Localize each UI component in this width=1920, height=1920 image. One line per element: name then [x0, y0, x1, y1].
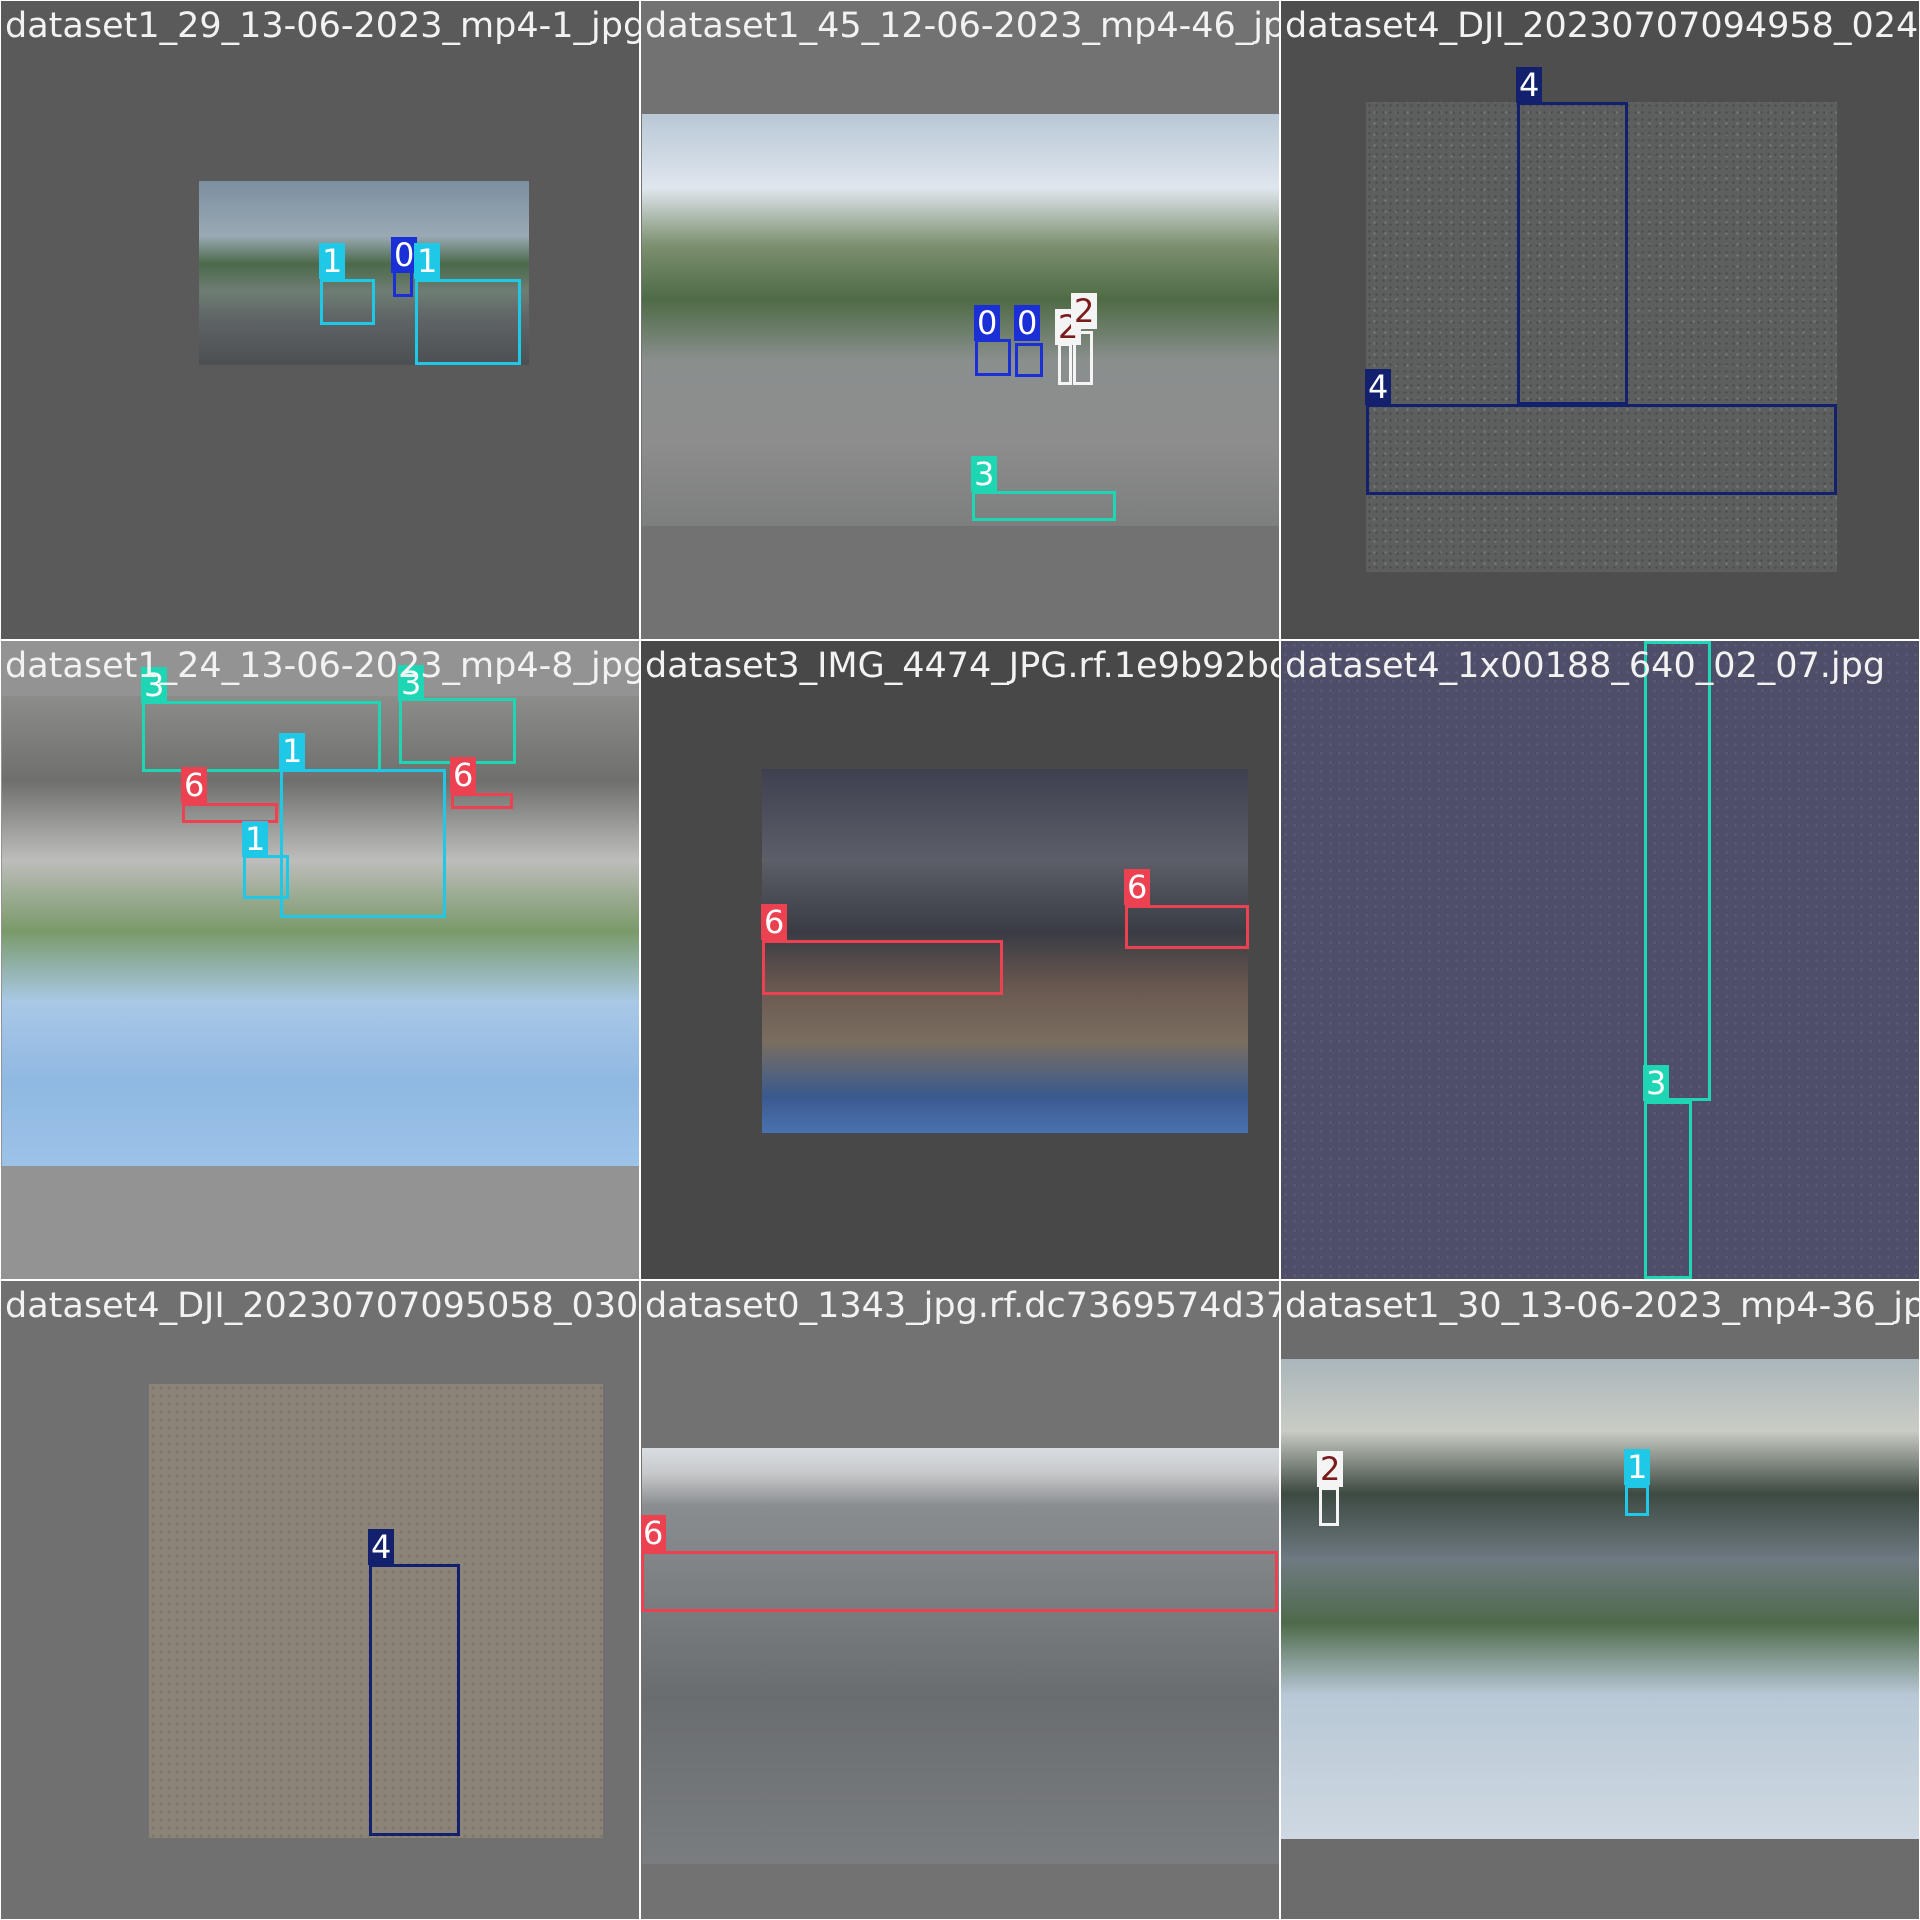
detection-label: 0: [1014, 305, 1041, 341]
detection-box: [975, 339, 1011, 376]
road-photo: [642, 1448, 1279, 1864]
detection-box: [1644, 1101, 1692, 1279]
image-filename: dataset4_DJI_20230707094958_0245: [1285, 6, 1919, 46]
street-photo-flipped: [1281, 1359, 1919, 1839]
detection-label: 2: [1317, 1451, 1344, 1487]
image-filename: dataset1_24_13-06-2023_mp4-8_jpg.rf.2405: [5, 646, 639, 686]
detection-label: 1: [414, 243, 441, 279]
mosaic-tile: 3 3 1 6 6 1 dataset1_24_13-06-2023_mp4-8…: [1, 641, 639, 1279]
detection-label: 0: [974, 305, 1001, 341]
detection-box: [1058, 343, 1072, 385]
mosaic-tile: 6 dataset0_1343_jpg.rf.dc7369574d372a801: [641, 1281, 1279, 1919]
detection-box: [762, 940, 1003, 995]
detection-box: [1015, 343, 1043, 377]
detection-label: 6: [761, 904, 788, 940]
detection-box: [1366, 404, 1837, 495]
image-filename: dataset3_IMG_4474_JPG.rf.1e9b92bd57a58c4: [645, 646, 1279, 686]
detection-label: 1: [319, 243, 346, 279]
detection-label: 4: [1516, 67, 1543, 103]
detection-label: 1: [242, 821, 269, 857]
mosaic-tile: 4 dataset4_DJI_20230707095058_0305: [1, 1281, 639, 1919]
detection-label: 1: [1624, 1449, 1651, 1485]
image-filename: dataset1_30_13-06-2023_mp4-36_jpg: [1285, 1286, 1919, 1326]
detection-label: 6: [181, 767, 208, 803]
image-filename: dataset0_1343_jpg.rf.dc7369574d372a801: [645, 1286, 1279, 1326]
detection-box: [320, 279, 375, 325]
mosaic-tile: 3 3 dataset4_1x00188_640_02_07.jpg: [1281, 641, 1919, 1279]
detection-label: 4: [368, 1529, 395, 1565]
street-photo: [642, 114, 1279, 526]
image-filename: dataset1_45_12-06-2023_mp4-46_jpg.rf.552: [645, 6, 1279, 46]
detection-label: 6: [450, 757, 477, 793]
detection-box: [280, 769, 446, 918]
detection-box: [369, 1564, 460, 1836]
detection-box: [451, 793, 513, 809]
detection-box: [142, 701, 381, 772]
detection-label: 4: [1365, 369, 1392, 405]
detection-box: [1125, 905, 1249, 949]
image-filename: dataset4_DJI_20230707095058_0305: [5, 1286, 639, 1326]
detection-label: 1: [279, 733, 306, 769]
detection-label: 6: [1124, 869, 1151, 905]
image-filename: dataset1_29_13-06-2023_mp4-1_jpg.rf.5191: [5, 6, 639, 46]
detection-box: [1644, 641, 1711, 1101]
mosaic-tile: 0 0 2 2 3 dataset1_45_12-06-2023_mp4-46_…: [641, 1, 1279, 639]
mosaic-grid: 1 0 1 dataset1_29_13-06-2023_mp4-1_jpg.r…: [0, 0, 1920, 1920]
mosaic-tile: 1 0 1 dataset1_29_13-06-2023_mp4-1_jpg.r…: [1, 1, 639, 639]
image-filename: dataset4_1x00188_640_02_07.jpg: [1285, 646, 1886, 686]
detection-label: 3: [1643, 1065, 1670, 1101]
detection-box: [1319, 1487, 1339, 1526]
detection-box: [1625, 1485, 1649, 1516]
detection-label: 6: [641, 1515, 667, 1551]
detection-label: 2: [1071, 293, 1098, 329]
pavement-photo: [1281, 641, 1919, 1279]
detection-box: [243, 855, 289, 899]
detection-box: [1517, 102, 1628, 405]
detection-box: [641, 1551, 1278, 1612]
detection-box: [972, 491, 1116, 521]
detection-box: [415, 279, 521, 365]
detection-box: [399, 698, 516, 764]
mosaic-tile: 6 6 dataset3_IMG_4474_JPG.rf.1e9b92bd57a…: [641, 641, 1279, 1279]
mosaic-tile: 4 4 dataset4_DJI_20230707094958_0245: [1281, 1, 1919, 639]
detection-label: 3: [971, 456, 998, 492]
mosaic-tile: 2 1 dataset1_30_13-06-2023_mp4-36_jpg: [1281, 1281, 1919, 1919]
